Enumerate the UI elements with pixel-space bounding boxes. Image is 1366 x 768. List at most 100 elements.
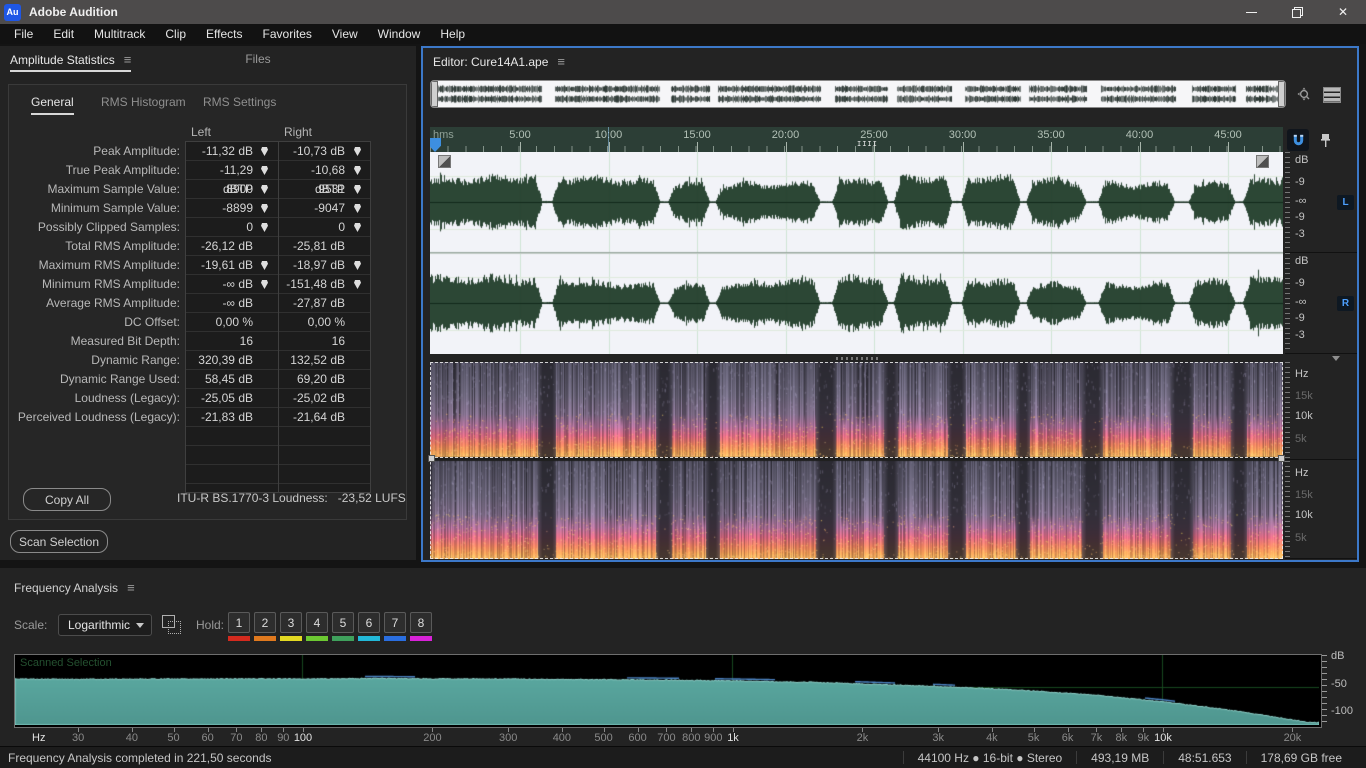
- fade-in-handle[interactable]: [438, 155, 451, 168]
- stat-label: Maximum Sample Value:: [0, 180, 180, 199]
- menu-favorites[interactable]: Favorites: [253, 24, 322, 44]
- menu-window[interactable]: Window: [368, 24, 431, 44]
- menu-help[interactable]: Help: [430, 24, 475, 44]
- stat-value-right: 0,00 %: [281, 313, 345, 332]
- freq-tick-label: 400: [542, 732, 582, 744]
- scale-label: dB: [1295, 154, 1308, 166]
- stats-panel-tabs: Amplitude Statistics≡ Files: [10, 52, 289, 72]
- overview-left-handle[interactable]: [431, 81, 438, 107]
- hold-color-bar: [384, 636, 406, 641]
- frequency-plot[interactable]: Scanned Selection: [14, 654, 1322, 728]
- menu-view[interactable]: View: [322, 24, 368, 44]
- hold-button-4[interactable]: 4: [306, 612, 328, 633]
- close-button[interactable]: ✕: [1320, 0, 1366, 24]
- hold-button-3[interactable]: 3: [280, 612, 302, 633]
- copy-graph-button[interactable]: [161, 614, 181, 634]
- scale-label: -3: [1295, 329, 1305, 341]
- menu-file[interactable]: File: [4, 24, 43, 44]
- stats-content-box: GeneralRMS HistogramRMS Settings LeftRig…: [8, 84, 407, 520]
- column-header-left: Left: [191, 125, 211, 139]
- scale-label: Scale:: [14, 618, 47, 632]
- scale-label: -9: [1295, 211, 1305, 223]
- hold-color-bar: [358, 636, 380, 641]
- hold-button-1[interactable]: 1: [228, 612, 250, 633]
- hold-button-8[interactable]: 8: [410, 612, 432, 633]
- waveform-display[interactable]: [430, 152, 1283, 354]
- panel-tab-amplitude-statistics[interactable]: Amplitude Statistics≡: [10, 52, 131, 72]
- pushpin-icon: [1319, 133, 1332, 148]
- editor-panel-menu-icon[interactable]: ≡: [557, 54, 565, 69]
- panel-tab-files[interactable]: Files: [245, 52, 270, 66]
- editor-layout-icon[interactable]: [1321, 84, 1343, 106]
- status-bar: Frequency Analysis completed in 221,50 s…: [0, 746, 1366, 768]
- menu-edit[interactable]: Edit: [43, 24, 84, 44]
- selection-handle[interactable]: [428, 455, 435, 462]
- subtab-rms-settings[interactable]: RMS Settings: [203, 95, 276, 109]
- overview-right-handle[interactable]: [1278, 81, 1285, 107]
- stat-label: Perceived Loudness (Legacy):: [0, 408, 180, 427]
- snapping-toggle[interactable]: [1287, 129, 1309, 151]
- stat-value-left: 0: [189, 218, 253, 237]
- hold-color-bar: [280, 636, 302, 641]
- freq-tick-label: 20k: [1272, 732, 1312, 744]
- channel-badge-l[interactable]: L: [1337, 195, 1354, 210]
- ruler-time-label: 45:00: [1204, 129, 1252, 141]
- frequency-axis: Hz30405060708090100200300400500600700800…: [14, 728, 1324, 746]
- timeline-ruler[interactable]: hms 5:0010:0015:0020:0025:0030:0035:0040…: [430, 127, 1283, 152]
- view-splitter[interactable]: [430, 354, 1283, 362]
- selection-handle[interactable]: [1278, 455, 1285, 462]
- subtab-general[interactable]: General: [31, 95, 74, 115]
- amplitude-scale: dB-9-∞-9-3LdB-9-∞-9-3R: [1285, 152, 1357, 354]
- stat-value-left: -21,83 dB: [189, 408, 253, 427]
- app-title: Adobe Audition: [29, 5, 118, 19]
- scale-ticks: [1285, 461, 1290, 558]
- scale-select[interactable]: Logarithmic: [58, 614, 152, 636]
- ruler-time-label: 5:00: [496, 129, 544, 141]
- channel-badge-r[interactable]: R: [1337, 296, 1354, 311]
- minimize-button[interactable]: [1228, 0, 1274, 24]
- fade-out-handle[interactable]: [1256, 155, 1269, 168]
- freq-tick-label: 300: [488, 732, 528, 744]
- db-tick-label: -100: [1331, 705, 1353, 717]
- stat-label: Maximum RMS Amplitude:: [0, 256, 180, 275]
- scale-label: 15k: [1295, 390, 1313, 402]
- menu-multitrack[interactable]: Multitrack: [84, 24, 155, 44]
- freq-tick-label: 3k: [918, 732, 958, 744]
- editor-panel: Editor: Cure14A1.ape≡ hms 5:0010:0015:00…: [421, 46, 1359, 562]
- frequency-analysis-panel: Frequency Analysis≡ Scale: Logarithmic H…: [0, 568, 1366, 746]
- stat-value-right: -21,64 dB: [281, 408, 345, 427]
- scale-label: Hz: [1295, 368, 1308, 380]
- app-logo-icon: Au: [4, 4, 21, 21]
- spectral-display[interactable]: [430, 362, 1283, 559]
- zoom-navigate-icon[interactable]: [1294, 84, 1316, 106]
- frequency-panel-menu-icon[interactable]: ≡: [127, 580, 135, 595]
- stats-panel-menu-icon[interactable]: ≡: [124, 52, 132, 67]
- stat-value-left: -8899: [189, 199, 253, 218]
- editor-panel-tab[interactable]: Editor: Cure14A1.ape≡: [433, 54, 565, 69]
- marker-pin-button[interactable]: [1315, 130, 1335, 150]
- hold-button-2[interactable]: 2: [254, 612, 276, 633]
- hold-button-7[interactable]: 7: [384, 612, 406, 633]
- ruler-time-label: 20:00: [762, 129, 810, 141]
- stat-label: Measured Bit Depth:: [0, 332, 180, 351]
- stat-label: Minimum RMS Amplitude:: [0, 275, 180, 294]
- hold-button-5[interactable]: 5: [332, 612, 354, 633]
- overview-navigator[interactable]: [430, 80, 1286, 108]
- title-bar: Au Adobe Audition ✕: [0, 0, 1366, 24]
- menu-effects[interactable]: Effects: [196, 24, 252, 44]
- stat-value-right: 69,20 dB: [281, 370, 345, 389]
- stat-value-right: -25,02 dB: [281, 389, 345, 408]
- frequency-analysis-tab[interactable]: Frequency Analysis≡: [14, 580, 135, 595]
- stat-label: True Peak Amplitude:: [0, 161, 180, 180]
- subtab-rms-histogram[interactable]: RMS Histogram: [101, 95, 186, 109]
- scale-label: 15k: [1295, 489, 1313, 501]
- scale-label: 5k: [1295, 532, 1307, 544]
- collapse-arrow-icon[interactable]: [1332, 356, 1340, 361]
- scan-selection-button[interactable]: Scan Selection: [10, 530, 108, 553]
- frequency-scale-channel: Hz15k10k5k: [1285, 362, 1357, 460]
- hold-button-6[interactable]: 6: [358, 612, 380, 633]
- restore-button[interactable]: [1274, 0, 1320, 24]
- db-axis-ticks: [1322, 655, 1327, 727]
- menu-clip[interactable]: Clip: [155, 24, 196, 44]
- copy-all-button[interactable]: Copy All: [23, 488, 111, 511]
